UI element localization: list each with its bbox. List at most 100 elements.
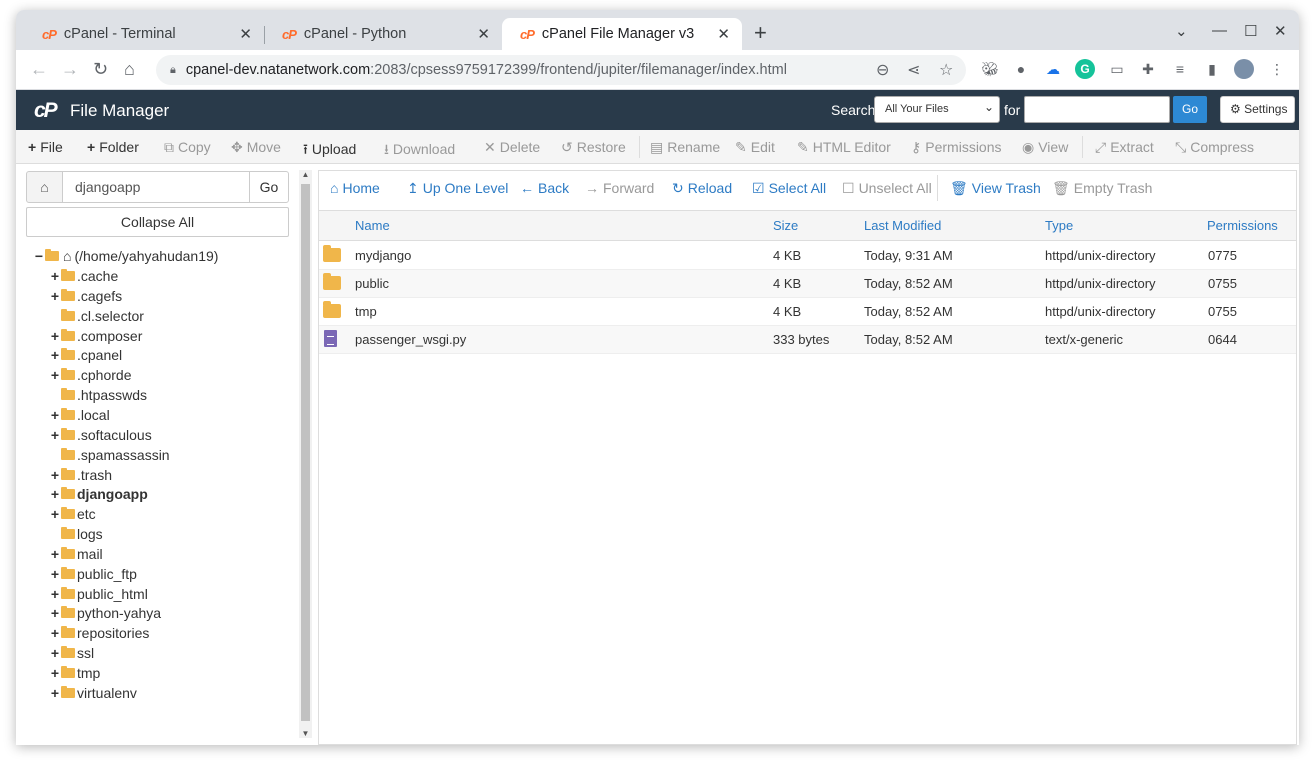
plus-toggle-icon[interactable]: + — [50, 347, 60, 363]
plus-toggle-icon[interactable]: + — [50, 685, 60, 701]
plus-toggle-icon[interactable]: + — [50, 467, 60, 483]
tree-item[interactable]: + virtualenv — [50, 684, 137, 702]
scroll-down-icon[interactable]: ▼ — [299, 729, 312, 738]
close-tab-icon[interactable]: ✕ — [477, 25, 490, 43]
new-tab-icon[interactable]: + — [754, 22, 767, 44]
tree-item[interactable]: + python-yahya — [50, 604, 161, 622]
compress-button[interactable]: ⤡ Compress — [1175, 139, 1254, 156]
delete-button[interactable]: ✕ Delete — [484, 139, 540, 156]
tree-item[interactable]: + .softaculous — [50, 426, 152, 444]
tab-search-chevron-icon[interactable]: ⌄ — [1175, 22, 1188, 40]
plus-toggle-icon[interactable]: + — [50, 486, 60, 502]
tree-item[interactable]: + .cagefs — [50, 287, 122, 305]
tree-item[interactable]: + .cpanel — [50, 346, 122, 364]
bookmark-star-icon[interactable]: ☆ — [939, 60, 953, 80]
plus-toggle-icon[interactable]: + — [50, 605, 60, 621]
rename-button[interactable]: ▤ Rename — [650, 139, 720, 156]
close-tab-icon[interactable]: ✕ — [239, 25, 252, 43]
tree-item[interactable]: + djangoapp — [50, 485, 148, 503]
bee-extension-icon[interactable]: 🐝︎ — [980, 59, 1000, 79]
scroll-up-icon[interactable]: ▲ — [299, 170, 312, 179]
reload-button[interactable]: ↻ Reload — [672, 180, 732, 197]
download-button[interactable]: ⭳ Download — [384, 139, 455, 163]
plus-toggle-icon[interactable]: + — [50, 665, 60, 681]
forward-arrow-icon[interactable]: → — [61, 59, 79, 79]
forward-button[interactable]: → Forward — [585, 180, 654, 196]
plus-toggle-icon[interactable]: + — [50, 625, 60, 641]
home-nav-button[interactable]: ⌂ Home — [330, 180, 380, 196]
new-folder-button[interactable]: + Folder — [87, 139, 139, 155]
tree-item[interactable]: logs — [50, 525, 103, 543]
upload-button[interactable]: ⭱ Upload — [303, 139, 356, 163]
plus-toggle-icon[interactable]: + — [50, 586, 60, 602]
permissions-button[interactable]: ⚷ Permissions — [911, 139, 1002, 156]
settings-button[interactable]: ⚙ Settings — [1220, 96, 1295, 123]
home-directory-button[interactable]: ⌂ — [26, 171, 63, 203]
tree-item[interactable]: + etc — [50, 505, 96, 523]
plus-toggle-icon[interactable]: + — [50, 427, 60, 443]
cloud-download-extension-icon[interactable]: ☁ — [1043, 59, 1063, 79]
tree-item[interactable]: .htpasswds — [50, 386, 147, 404]
minimize-icon[interactable]: — — [1212, 22, 1227, 39]
tree-item[interactable]: + repositories — [50, 624, 149, 642]
empty-trash-button[interactable]: 🗑︎ Empty Trash — [1052, 180, 1152, 197]
maximize-icon[interactable]: ☐ — [1244, 22, 1257, 40]
column-modified-header[interactable]: Last Modified — [864, 218, 941, 233]
column-permissions-header[interactable]: Permissions — [1207, 218, 1278, 233]
html-editor-button[interactable]: ✎ HTML Editor — [797, 139, 891, 156]
up-one-level-button[interactable]: ↥ Up One Level — [407, 180, 508, 197]
search-go-button[interactable]: Go — [1173, 96, 1207, 123]
tab-terminal[interactable]: cP cPanel - Terminal ✕ — [24, 18, 264, 50]
back-button[interactable]: ← Back — [520, 180, 569, 196]
unselect-all-button[interactable]: ☐ Unselect All — [842, 180, 932, 197]
chat-extension-icon[interactable]: ▭ — [1107, 59, 1127, 79]
move-button[interactable]: ✥ Move — [231, 139, 281, 156]
reload-icon[interactable]: ↻ — [93, 59, 108, 79]
profile-avatar-icon[interactable] — [1234, 59, 1254, 79]
menu-kebab-icon[interactable]: ⋮ — [1267, 59, 1287, 79]
minus-toggle-icon[interactable]: − — [34, 248, 44, 264]
tree-item[interactable]: + mail — [50, 545, 103, 563]
extensions-puzzle-icon[interactable]: ✚ — [1138, 59, 1158, 79]
address-bar[interactable]: 🔒︎ cpanel-dev.natanetwork.com:2083/cpses… — [156, 55, 966, 85]
table-row[interactable]: passenger_wsgi.py 333 bytes Today, 8:52 AM… — [319, 326, 1296, 354]
search-scope-select[interactable]: All Your Files ⌄ — [874, 96, 1000, 123]
tree-item[interactable]: + .local — [50, 406, 110, 424]
grammarly-extension-icon[interactable]: G — [1075, 59, 1095, 79]
tree-item[interactable]: + public_html — [50, 585, 148, 603]
tree-item[interactable]: .spamassassin — [50, 446, 170, 464]
extract-button[interactable]: ⤢ Extract — [1095, 139, 1154, 156]
plus-toggle-icon[interactable]: + — [50, 328, 60, 344]
path-go-button[interactable]: Go — [249, 171, 289, 203]
media-control-icon[interactable]: ≡ — [1170, 59, 1190, 79]
cookie-extension-icon[interactable]: ● — [1011, 59, 1031, 79]
close-window-icon[interactable]: ✕ — [1274, 22, 1287, 40]
search-input[interactable] — [1024, 96, 1170, 123]
scrollbar-thumb[interactable] — [301, 184, 310, 721]
zoom-icon[interactable]: ⊖ — [876, 60, 889, 80]
plus-toggle-icon[interactable]: + — [50, 367, 60, 383]
plus-toggle-icon[interactable]: + — [50, 268, 60, 284]
tab-file-manager[interactable]: cP cPanel File Manager v3 ✕ — [502, 18, 742, 50]
tree-item[interactable]: + .composer — [50, 327, 142, 345]
edit-button[interactable]: ✎ Edit — [735, 139, 775, 156]
collapse-all-button[interactable]: Collapse All — [26, 207, 289, 237]
home-icon[interactable]: ⌂ — [124, 59, 135, 79]
tree-item[interactable]: + .trash — [50, 466, 112, 484]
column-name-header[interactable]: Name — [355, 218, 390, 233]
plus-toggle-icon[interactable]: + — [50, 566, 60, 582]
view-trash-button[interactable]: 🗑︎ View Trash — [950, 180, 1041, 197]
tree-item[interactable]: + .cache — [50, 267, 118, 285]
table-row[interactable]: mydjango 4 KB Today, 9:31 AM httpd/unix-dir… — [319, 242, 1296, 270]
copy-button[interactable]: ⧉ Copy — [164, 139, 211, 156]
tab-python[interactable]: cP cPanel - Python ✕ — [264, 18, 502, 50]
close-tab-icon[interactable]: ✕ — [717, 25, 730, 43]
plus-toggle-icon[interactable]: + — [50, 546, 60, 562]
restore-button[interactable]: ↺ Restore — [561, 139, 626, 156]
tree-item[interactable]: + public_ftp — [50, 565, 137, 583]
column-size-header[interactable]: Size — [773, 218, 798, 233]
tree-item[interactable]: + tmp — [50, 664, 100, 682]
plus-toggle-icon[interactable]: + — [50, 506, 60, 522]
new-file-button[interactable]: + File — [28, 139, 63, 155]
share-icon[interactable]: ⋖ — [907, 60, 920, 80]
